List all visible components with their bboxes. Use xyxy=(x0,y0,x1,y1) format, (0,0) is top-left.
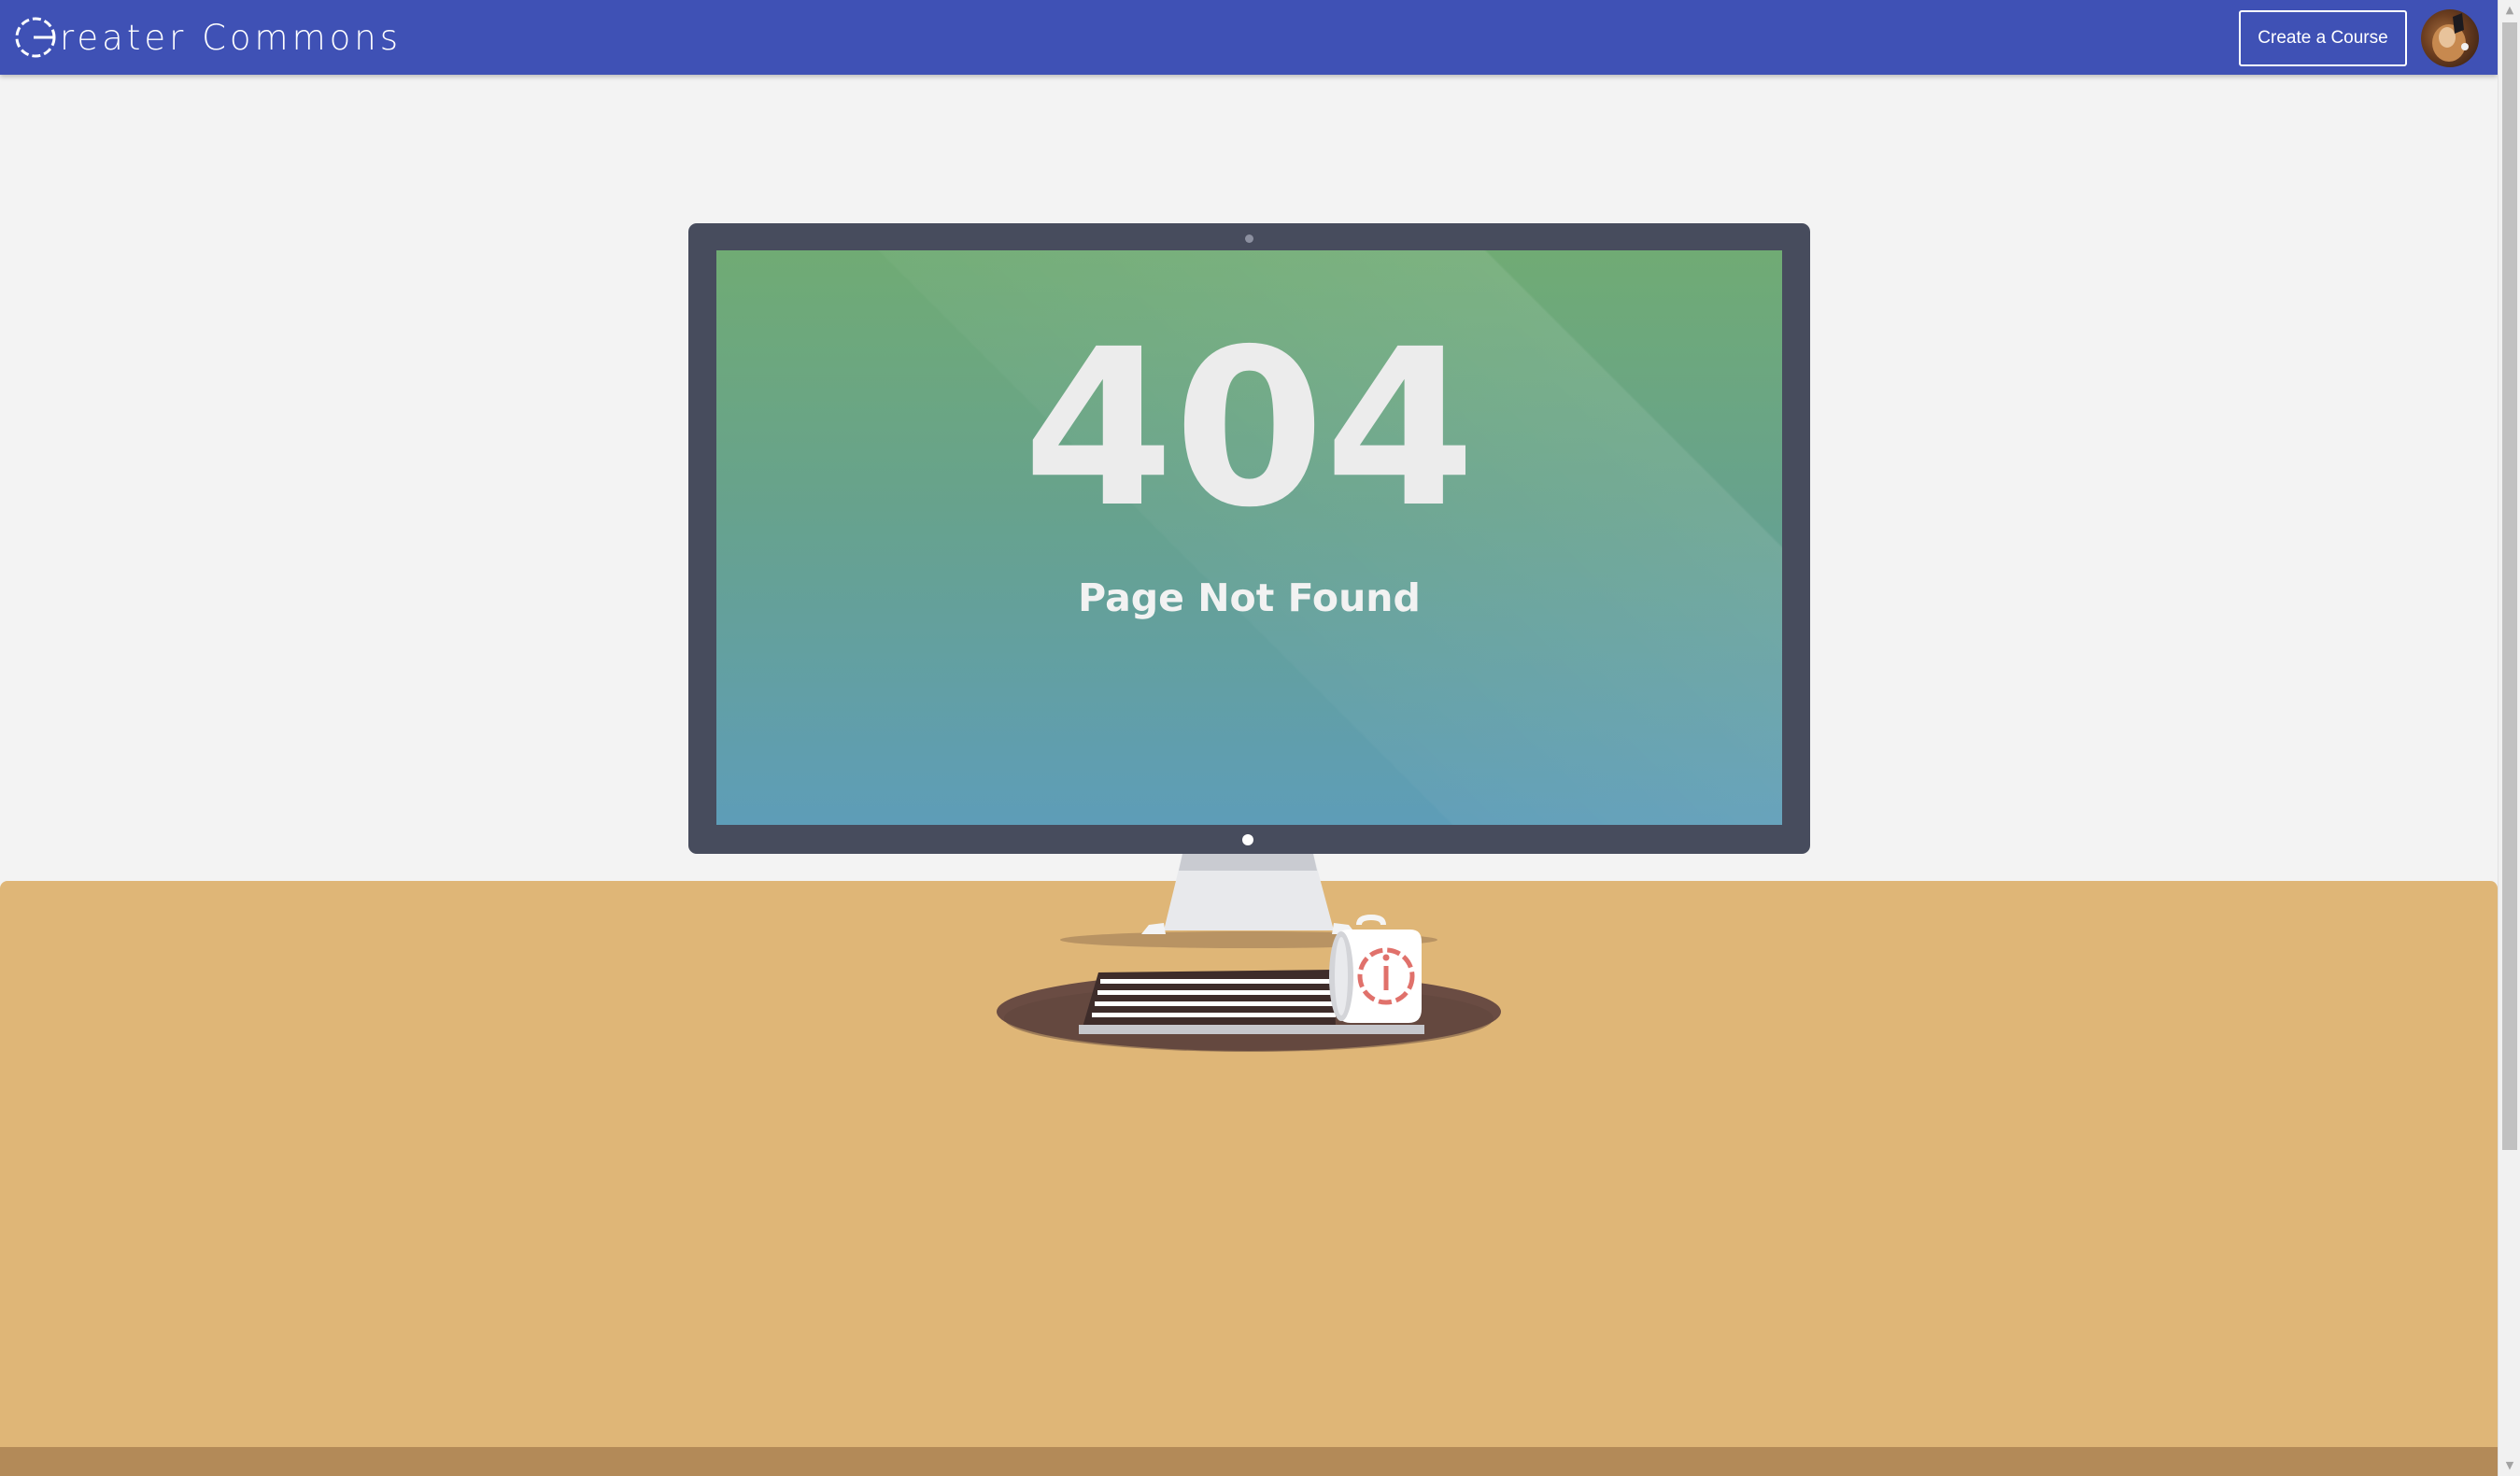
scroll-down-arrow-icon[interactable]: ▼ xyxy=(2499,1455,2520,1476)
monitor-power-indicator xyxy=(1242,834,1253,845)
monitor: 404 Page Not Found xyxy=(688,223,1810,854)
mug-handle xyxy=(1356,914,1386,926)
greater-commons-logo-icon xyxy=(15,17,56,58)
not-found-illustration: 404 Page Not Found xyxy=(0,0,2498,1476)
brand-home-link[interactable]: reater Commons xyxy=(13,13,402,62)
monitor-stand-foot-left xyxy=(1141,923,1166,934)
top-navigation-bar: reater Commons Create a Course xyxy=(0,0,2498,75)
create-course-button[interactable]: Create a Course xyxy=(2239,10,2407,66)
monitor-screen: 404 Page Not Found xyxy=(716,250,1782,825)
error-code: 404 xyxy=(1023,303,1476,555)
avatar-image xyxy=(2432,13,2469,62)
brand-name: reater Commons xyxy=(60,17,403,58)
user-avatar[interactable] xyxy=(2421,9,2479,67)
scrollbar-thumb[interactable] xyxy=(2502,22,2517,1150)
monitor-camera xyxy=(1245,234,1253,243)
monitor-stand-shade xyxy=(1179,854,1317,871)
error-message: Page Not Found xyxy=(1078,575,1421,620)
keyboard xyxy=(1082,970,1336,1030)
vertical-scrollbar[interactable]: ▲ ▼ xyxy=(2498,0,2520,1476)
keyboard-front-edge xyxy=(1079,1025,1424,1034)
page: reater Commons Create a Course 404 Page … xyxy=(0,0,2498,1476)
scroll-up-arrow-icon[interactable]: ▲ xyxy=(2499,0,2520,21)
